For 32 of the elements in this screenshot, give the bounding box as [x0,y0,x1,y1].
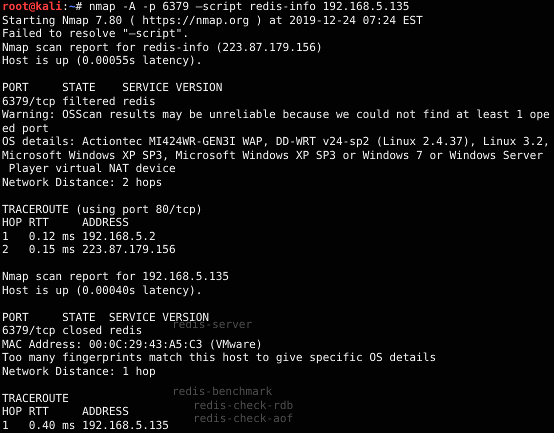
background-text: redis-check-rdb [192,398,294,412]
output-line: PORT STATE SERVICE VERSION [2,81,222,94]
output-line: 2 0.15 ms 223.87.179.156 [2,243,176,256]
output-line: Microsoft Windows XP SP3, Microsoft Windows XP SP3 or Windows 7 or Windows Server [2,148,543,162]
background-text: redis-check-aof [192,412,294,426]
output-line: HOP RTT ADDRESS [2,405,129,418]
prompt-user-host: root@kali [2,0,62,13]
output-line: Warning: OSScan results may be unreliable because we could not find at least 1 ope [2,108,550,122]
background-text: redis-benchmark [172,385,272,398]
output-line: 1 0.40 ms 192.168.5.135 [2,418,169,432]
output-line: Too many fingerprints match this host to give specific OS details [2,351,436,364]
output-line: Host is up (0.00055s latency). [2,54,202,68]
output-line: Player virtual NAT device [8,162,176,176]
output-line: Nmap scan report for redis-info (223.87.179.156) [2,40,323,54]
output-line: ed port [2,122,49,135]
output-line: OS details: Actiontec MI424WR-GEN3I WAP, DD-WRT v24-sp2 (Linux 2.4.37), Linux 3.2, [2,135,550,148]
output-line: 6379/tcp filtered redis [2,94,156,108]
output-line: TRACEROUTE [2,392,69,405]
output-line: MAC Address: 00:0C:29:43:A5:C3 (VMware) [2,338,262,351]
prompt-separator: : [62,0,69,13]
output-line: 1 0.12 ms 192.168.5.2 [2,230,156,243]
prompt-path: ~ [68,0,76,13]
output-line: HOP RTT ADDRESS [2,216,129,230]
output-line: Network Distance: 1 hop [2,364,156,378]
output-line: TRACEROUTE (using port 80/tcp) [2,202,202,216]
output-line: Host is up (0.00040s latency). [2,284,202,297]
output-line: 6379/tcp closed redis [2,324,142,338]
output-line: Nmap scan report for 192.168.5.135 [2,270,230,284]
output-line: Failed to resolve "—script". [2,27,190,40]
output-line: Network Distance: 2 hops [2,176,162,189]
command-text: # nmap -A -p 6379 —script redis-info 192.168.5.135 [76,0,410,13]
output-line: Starting Nmap 7.80 ( https://nmap.org ) at 2019-12-24 07:24 EST [2,14,423,27]
